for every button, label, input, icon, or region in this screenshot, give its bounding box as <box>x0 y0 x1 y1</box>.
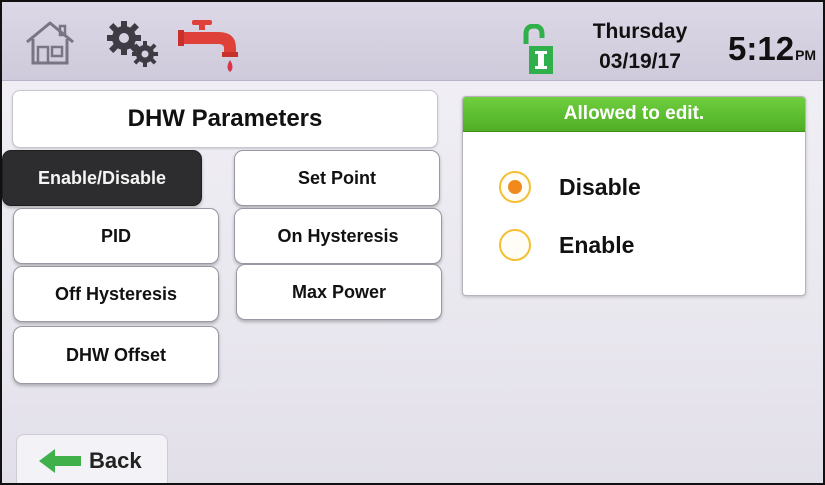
water-tap-icon[interactable] <box>178 16 242 76</box>
am-pm-label: PM <box>795 47 817 63</box>
radio-disable[interactable] <box>499 171 531 203</box>
clock: 5:12PM <box>728 30 816 68</box>
param-button-enable-disable[interactable]: Enable/Disable <box>2 150 202 206</box>
param-button-set-point[interactable]: Set Point <box>234 150 440 206</box>
unlocked-padlock-icon <box>523 24 553 74</box>
time-value: 5:12 <box>728 30 795 67</box>
option-disable-label: Disable <box>559 173 641 200</box>
home-icon[interactable] <box>24 20 76 66</box>
param-button-dhw-offset[interactable]: DHW Offset <box>13 326 219 384</box>
param-button-on-hysteresis[interactable]: On Hysteresis <box>234 208 442 264</box>
day-of-week: Thursday <box>592 20 688 43</box>
top-bar: Thursday 03/19/17 5:12PM <box>2 2 823 81</box>
option-enable-label: Enable <box>559 231 635 258</box>
settings-gears-icon[interactable] <box>102 18 162 70</box>
param-button-pid[interactable]: PID <box>13 208 219 264</box>
radio-enable[interactable] <box>499 229 531 261</box>
edit-panel-header: Allowed to edit. <box>463 97 805 132</box>
page-title: DHW Parameters <box>12 90 438 148</box>
touchscreen: Thursday 03/19/17 5:12PM DHW Parameters … <box>0 0 825 485</box>
date-display: 03/19/17 <box>599 50 681 73</box>
back-label: Back <box>89 448 142 473</box>
option-disable[interactable]: Disable <box>499 171 641 203</box>
param-button-off-hysteresis[interactable]: Off Hysteresis <box>13 266 219 322</box>
param-button-max-power[interactable]: Max Power <box>236 264 442 320</box>
edit-panel: Allowed to edit. Disable Enable <box>462 96 806 296</box>
back-button[interactable]: Back <box>16 434 168 483</box>
back-arrow-icon <box>39 449 81 473</box>
option-enable[interactable]: Enable <box>499 229 634 261</box>
